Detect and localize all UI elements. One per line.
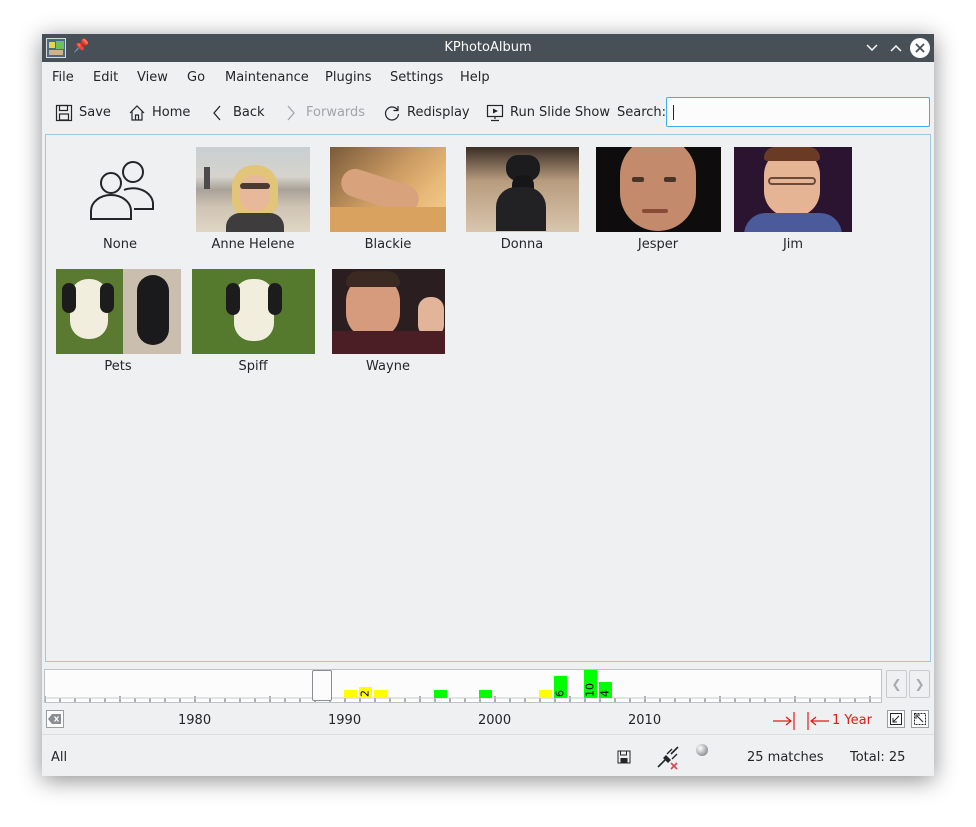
axis-label-2010: 2010 (628, 713, 662, 728)
home-label: Home (152, 105, 191, 120)
search-input[interactable] (666, 97, 930, 127)
timeline-bar-label: 4 (599, 690, 612, 697)
menu-file[interactable]: File (52, 70, 74, 85)
maximize-button[interactable] (886, 38, 906, 58)
thumbnail-image (332, 269, 445, 354)
save-label: Save (79, 105, 111, 120)
thumbnail-image (466, 147, 579, 232)
category-label: Wayne (366, 359, 410, 374)
timeline-bar-1992[interactable] (374, 690, 387, 698)
clear-date-button[interactable] (46, 710, 64, 728)
menu-go[interactable]: Go (187, 70, 205, 85)
close-button[interactable] (910, 38, 930, 58)
back-icon (213, 105, 221, 121)
thumbnail-image (330, 147, 446, 232)
timeline-handle[interactable] (312, 670, 332, 701)
timeline-bar-label: 2 (359, 690, 372, 697)
zoom-out-button[interactable] (911, 710, 929, 728)
zoom-in-button[interactable] (887, 710, 905, 728)
people-icon (90, 161, 154, 220)
app-window: 📌 KPhotoAlbum File Edit View Go Maintena… (42, 34, 934, 776)
menu-maintenance[interactable]: Maintenance (225, 70, 309, 85)
slideshow-icon (486, 104, 504, 122)
save-icon (55, 104, 73, 122)
home-icon (129, 105, 145, 121)
menu-help[interactable]: Help (460, 70, 490, 85)
category-browser: None Anne Helene Blackie Donna Jesper Ji… (45, 134, 931, 662)
thumbnail-image (734, 147, 852, 232)
menu-plugins[interactable]: Plugins (325, 70, 372, 85)
forwards-label: Forwards (306, 105, 366, 120)
timeline-bar-label: 6 (554, 690, 567, 697)
text-cursor (673, 105, 674, 120)
redisplay-label: Redisplay (407, 105, 470, 120)
back-label: Back (233, 105, 265, 120)
unit-indicator-icon (773, 712, 829, 730)
date-timeline[interactable]: 2 6 10 4 (44, 669, 882, 703)
timeline-bar-label: 10 (584, 683, 597, 697)
axis-label-2000: 2000 (478, 713, 512, 728)
menu-bar: File Edit View Go Maintenance Plugins Se… (42, 62, 934, 93)
title-bar: 📌 KPhotoAlbum (42, 34, 934, 62)
slideshow-label: Run Slide Show (510, 105, 610, 120)
search-scope-label: All (51, 750, 68, 765)
minimize-button[interactable] (862, 38, 882, 58)
disconnected-plug-icon[interactable] (655, 745, 681, 771)
timeline-prev-button[interactable]: ❮ (886, 670, 907, 698)
save-status-icon[interactable] (617, 750, 631, 764)
status-led-icon (696, 744, 708, 756)
menu-edit[interactable]: Edit (93, 70, 118, 85)
refresh-icon (384, 106, 400, 121)
menu-view[interactable]: View (137, 70, 168, 85)
thumbnail-image (196, 147, 310, 232)
timeline-bars: 2 6 10 4 (45, 670, 881, 702)
total-count: Total: 25 (850, 750, 906, 765)
timeline-bar-1996[interactable] (434, 690, 447, 698)
menu-settings[interactable]: Settings (390, 70, 443, 85)
timeline-next-button[interactable]: ❯ (909, 670, 930, 698)
axis-label-1990: 1990 (328, 713, 362, 728)
timeline-bar-1990[interactable] (344, 690, 357, 698)
clear-icon (48, 714, 61, 724)
zoom-in-icon (890, 713, 902, 725)
category-label: Jim (782, 237, 804, 252)
status-bar: All 25 matches Total: 25 (42, 734, 934, 777)
match-count: 25 matches (747, 750, 824, 765)
window-title: KPhotoAlbum (444, 40, 532, 55)
forward-icon (287, 105, 295, 121)
thumbnail-image (596, 147, 721, 232)
timeline-bar-2003[interactable] (539, 690, 552, 698)
timeline-bar-1999[interactable] (479, 690, 492, 698)
axis-label-1980: 1980 (178, 713, 212, 728)
thumbnail-image (56, 269, 181, 354)
timeline-unit-label: 1 Year (832, 713, 872, 728)
zoom-out-icon (914, 713, 926, 725)
search-label: Search: (617, 105, 667, 120)
main-toolbar: Save Home Back Forwards Redisplay Run Sl… (42, 94, 934, 132)
thumbnail-image (192, 269, 315, 354)
